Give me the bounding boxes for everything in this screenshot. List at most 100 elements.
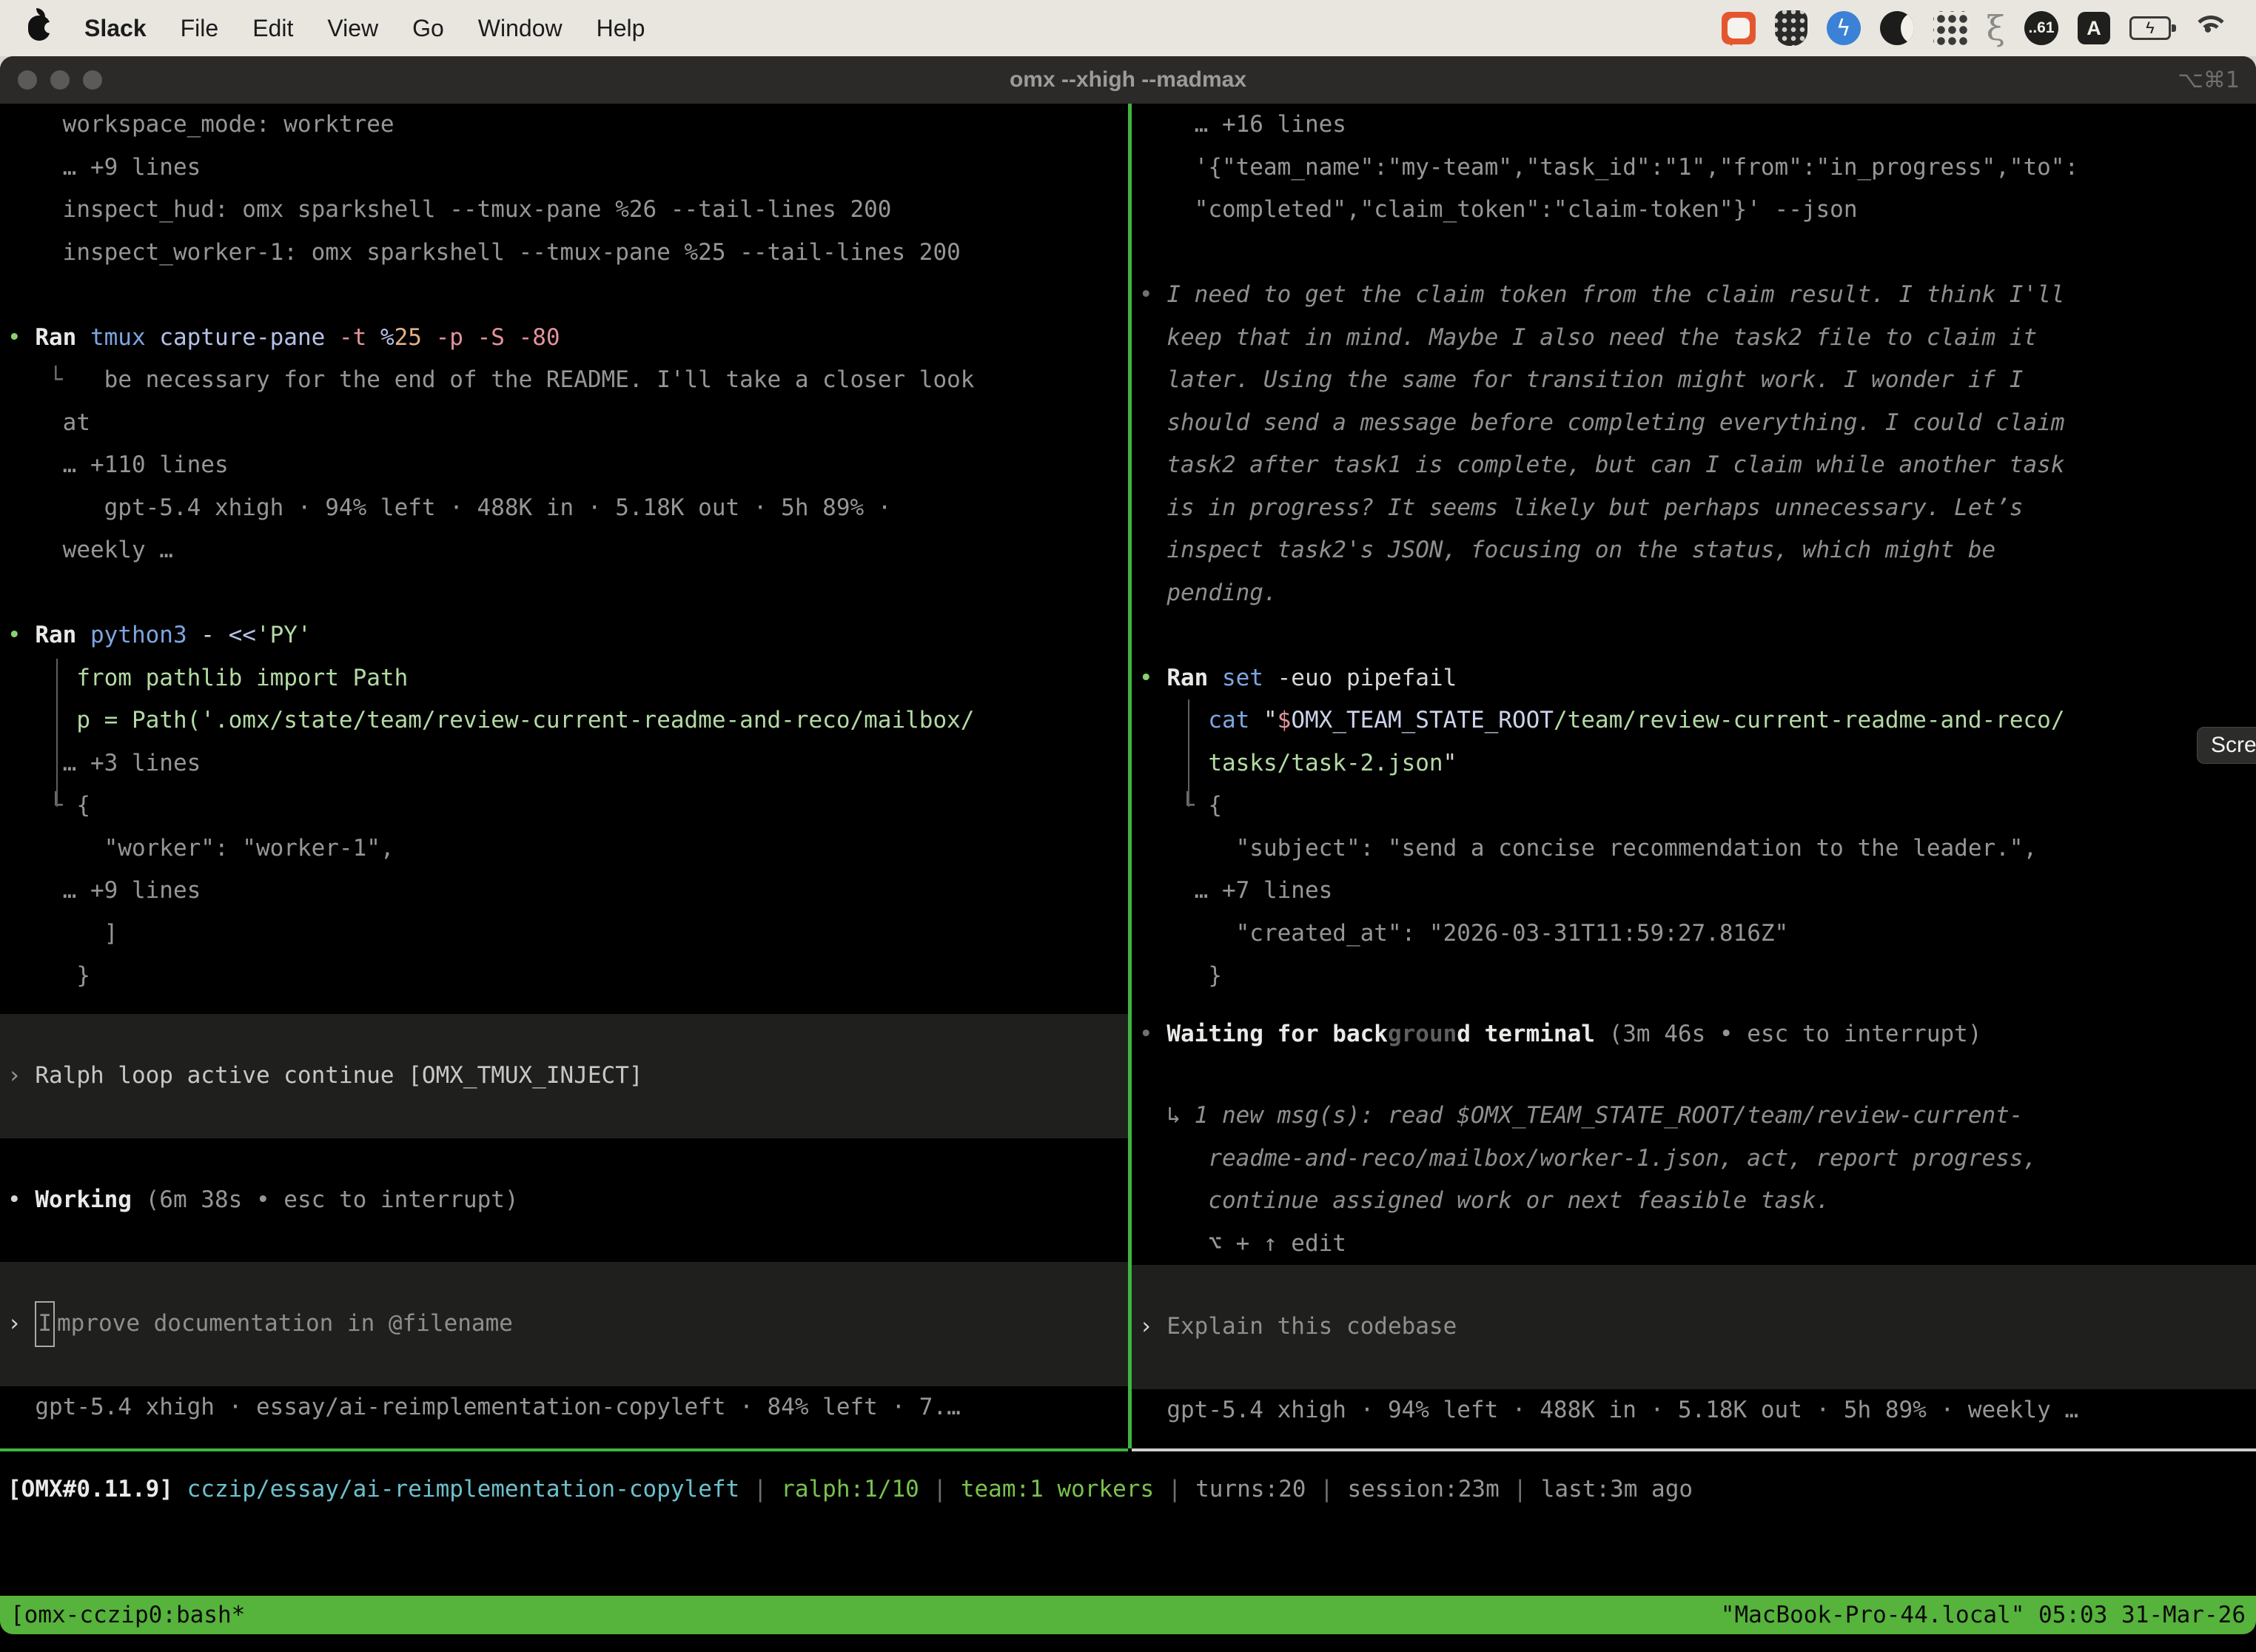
terminal-row: pending. xyxy=(1132,572,2256,615)
text-segment: • xyxy=(7,1186,35,1213)
chat-app-icon[interactable] xyxy=(1722,12,1756,44)
terminal-row: • Ran tmux capture-pane -t %25 -p -S -80 xyxy=(0,317,1128,360)
terminal-row xyxy=(0,572,1128,615)
text-segment: task2 after task1 is complete, but can I… xyxy=(1139,451,2064,478)
terminal-row: gpt-5.4 xhigh · 94% left · 488K in · 5.1… xyxy=(1132,1389,2256,1432)
text-segment: weekly … xyxy=(7,537,173,563)
crescent-icon[interactable] xyxy=(1880,11,1914,45)
text-segment: "created_at": "2026-03-31T11:59:27.816Z" xyxy=(1139,920,1788,947)
text-segment: " xyxy=(1443,750,1457,776)
terminal-input-band[interactable]: › Improve documentation in @filename xyxy=(0,1262,1128,1386)
menu-item-window[interactable]: Window xyxy=(478,15,563,42)
terminal-row: └ be necessary for the end of the README… xyxy=(0,359,1128,402)
pane-bottom-border-active xyxy=(0,1448,1128,1451)
text-segment: | xyxy=(1154,1476,1195,1502)
text-segment: └ xyxy=(1139,792,1208,819)
menu-bar-left: Slack File Edit View Go Window Help xyxy=(0,15,645,42)
terminal-row: gpt-5.4 xhigh · essay/ai-reimplementatio… xyxy=(0,1386,1128,1429)
terminal-input-band[interactable]: › Ralph loop active continue [OMX_TMUX_I… xyxy=(0,1014,1128,1138)
battery-icon[interactable]: ϟ xyxy=(2129,16,2171,40)
menu-item-view[interactable]: View xyxy=(327,15,378,42)
text-segment: later. Using the same for transition mig… xyxy=(1139,366,2023,393)
terminal-row: keep that in mind. Maybe I also need the… xyxy=(1132,317,2256,360)
terminal-input-band[interactable]: › Explain this codebase xyxy=(1132,1265,2256,1389)
squiggle-icon[interactable]: ξ xyxy=(1987,8,2005,48)
text-segment: inspect task2's JSON, focusing on the st… xyxy=(1139,537,1995,563)
output-connector-line xyxy=(56,659,58,807)
text-segment: -t xyxy=(339,324,380,351)
text-segment: inspect_hud: omx sparkshell --tmux-pane … xyxy=(7,196,891,223)
terminal-row: … +3 lines xyxy=(0,742,1128,785)
text-segment: └ xyxy=(7,792,76,819)
text-segment: 25 xyxy=(395,324,436,351)
text-segment: Explain this codebase xyxy=(1166,1306,1457,1349)
text-segment: | xyxy=(1500,1476,1541,1502)
menu-app-name[interactable]: Slack xyxy=(84,15,147,42)
text-segment: tmux xyxy=(90,324,159,351)
window-title: omx --xhigh --madmax xyxy=(0,67,2256,93)
text-segment: … +3 lines xyxy=(7,750,201,776)
menu-item-edit[interactable]: Edit xyxy=(252,15,293,42)
text-segment: last:3m ago xyxy=(1541,1476,1693,1502)
text-segment: " xyxy=(1263,707,1278,733)
wifi-icon[interactable]: • xyxy=(2190,13,2226,43)
zigzag-badge-icon[interactable]: ϟ xyxy=(1827,11,1861,45)
text-segment: • xyxy=(1139,665,1166,691)
text-segment: p = Path('.omx/state/team/review-current… xyxy=(7,707,974,733)
text-cursor: I xyxy=(35,1301,55,1347)
terminal-row: "worker": "worker-1", xyxy=(0,827,1128,870)
terminal-row: } xyxy=(1132,955,2256,998)
terminal-row: "created_at": "2026-03-31T11:59:27.816Z" xyxy=(1132,913,2256,956)
window-titlebar[interactable]: omx --xhigh --madmax ⌥⌘1 xyxy=(0,56,2256,104)
text-segment: should send a message before completing … xyxy=(1139,409,2064,436)
text-segment: set xyxy=(1222,665,1278,691)
shield-grid-icon[interactable] xyxy=(1775,10,1807,46)
text-segment: "completed","claim_token":"claim-token"}… xyxy=(1139,196,1858,223)
terminal-row: … +110 lines xyxy=(0,444,1128,487)
text-segment: I need to get the claim token from the c… xyxy=(1166,281,2064,308)
text-segment: { xyxy=(1208,792,1222,819)
text-segment: • xyxy=(7,324,35,351)
tmux-pane-right[interactable]: … +16 lines '{"team_name":"my-team","tas… xyxy=(1132,104,2256,1432)
text-segment: › xyxy=(7,1303,35,1346)
text-segment: } xyxy=(1139,962,1222,989)
dots-grid-icon[interactable] xyxy=(1933,11,1967,45)
terminal-row: gpt-5.4 xhigh · 94% left · 488K in · 5.1… xyxy=(0,487,1128,530)
text-segment: { xyxy=(76,792,90,819)
tmux-pane-left[interactable]: workspace_mode: worktree … +9 lines insp… xyxy=(0,104,1128,1429)
text-segment: groun xyxy=(1388,1021,1457,1047)
terminal-row: • Waiting for background terminal (3m 46… xyxy=(1132,1013,2256,1056)
terminal-row: from pathlib import Path xyxy=(0,657,1128,700)
text-segment: workspace_mode: worktree xyxy=(7,111,395,138)
text-segment: … +9 lines xyxy=(7,154,201,181)
terminal-row: inspect task2's JSON, focusing on the st… xyxy=(1132,529,2256,572)
screen: { "menu_bar": { "app_name": "Slack", "it… xyxy=(0,0,2256,1652)
apple-menu-icon[interactable] xyxy=(28,16,50,41)
text-segment: << xyxy=(229,622,256,648)
text-segment: Ran xyxy=(35,622,90,648)
menu-item-file[interactable]: File xyxy=(181,15,219,42)
terminal-row: readme-and-reco/mailbox/worker-1.json, a… xyxy=(1132,1138,2256,1181)
text-segment xyxy=(1139,707,1208,733)
menu-item-go[interactable]: Go xyxy=(412,15,444,42)
terminal-window: omx --xhigh --madmax ⌥⌘1 workspace_mode:… xyxy=(0,56,2256,1634)
text-segment: continue assigned work or next feasible … xyxy=(1139,1187,1830,1214)
input-source-icon[interactable]: A xyxy=(2078,12,2110,44)
terminal-row: "completed","claim_token":"claim-token"}… xyxy=(1132,189,2256,232)
usage-badge-icon[interactable]: ..61 xyxy=(2024,11,2058,45)
terminal-row: … +7 lines xyxy=(1132,870,2256,913)
terminal-row: "subject": "send a concise recommendatio… xyxy=(1132,827,2256,870)
text-segment: Working xyxy=(35,1186,132,1213)
text-segment: inspect_worker-1: omx sparkshell --tmux-… xyxy=(7,239,961,266)
text-segment: at xyxy=(7,409,90,436)
menu-item-help[interactable]: Help xyxy=(597,15,645,42)
text-segment: [OMX#0.11.9] xyxy=(7,1476,173,1502)
text-segment: from pathlib import Path xyxy=(7,665,408,691)
text-segment: /team/review-current-readme-and-reco/ xyxy=(1554,707,2065,733)
text-segment: session:23m xyxy=(1347,1476,1499,1502)
terminal-row xyxy=(0,274,1128,317)
text-segment: • xyxy=(7,622,35,648)
pane-divider[interactable] xyxy=(1128,104,1132,1448)
terminal-row: } xyxy=(0,955,1128,998)
text-segment: ] xyxy=(7,920,118,947)
